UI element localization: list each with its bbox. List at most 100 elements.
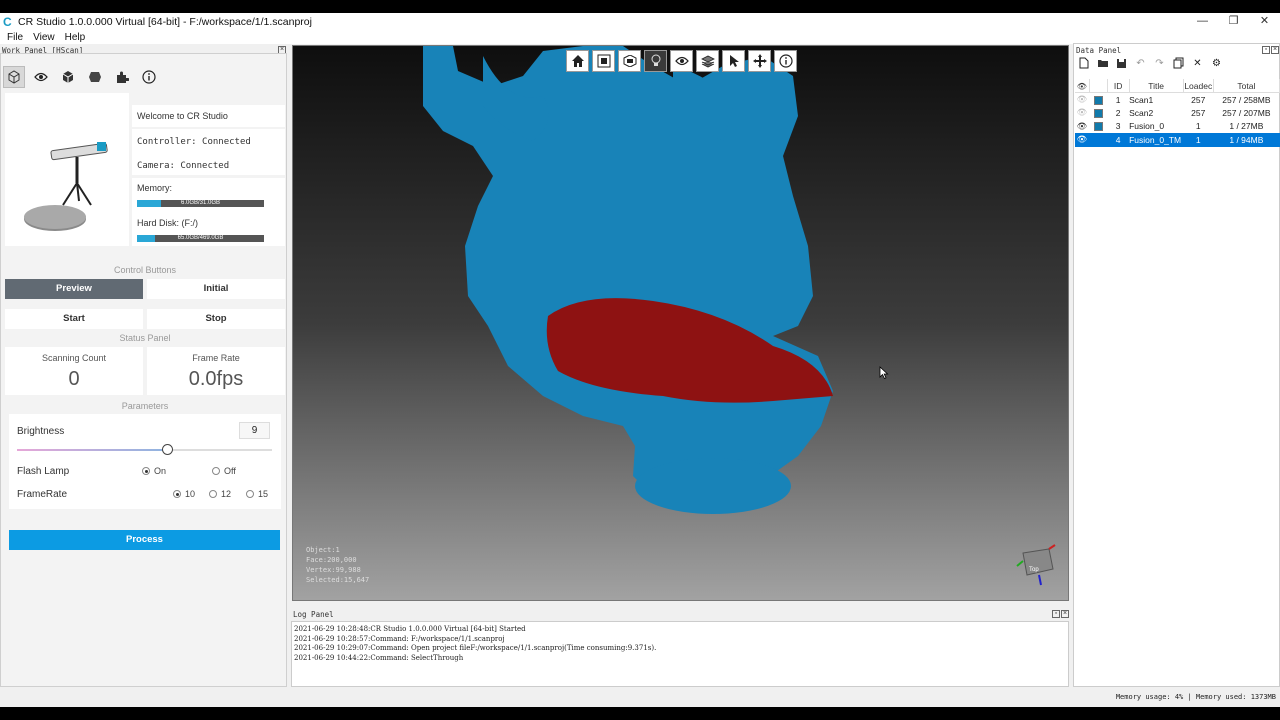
mesh-icon[interactable]: [84, 66, 106, 88]
new-file-icon[interactable]: [1076, 56, 1091, 70]
color-swatch[interactable]: [1089, 106, 1107, 120]
work-panel: Welcome to CR Studio Controller: Connect…: [0, 53, 287, 687]
visibility-toggle-icon[interactable]: 👁: [1075, 93, 1089, 107]
box-icon[interactable]: [57, 66, 79, 88]
memory-label: Memory:: [137, 183, 173, 193]
col-id[interactable]: ID: [1107, 79, 1130, 93]
framerate-15-radio[interactable]: 15: [246, 489, 268, 499]
data-panel-toolbar: ↶ ↷ ✕ ⚙: [1076, 56, 1228, 70]
menu-view[interactable]: View: [33, 32, 55, 43]
info-icon[interactable]: [138, 66, 160, 88]
row-title: Scan2: [1129, 107, 1154, 118]
plugin-icon[interactable]: [111, 66, 133, 88]
select-icon[interactable]: [722, 50, 745, 72]
initial-button[interactable]: Initial: [147, 279, 285, 299]
row-total: 257 / 207MB: [1222, 107, 1271, 118]
stop-button[interactable]: Stop: [147, 309, 285, 329]
framerate-12-radio[interactable]: 12: [209, 489, 231, 499]
scanner-illustration: [5, 93, 129, 246]
info-icon[interactable]: [774, 50, 797, 72]
log-line: 2021-06-29 10:29:07:Command: Open projec…: [294, 644, 657, 652]
visibility-toggle-icon[interactable]: 👁: [1075, 106, 1089, 120]
brightness-slider-handle[interactable]: [162, 444, 174, 455]
axis-top-label: Top: [1029, 567, 1039, 573]
process-button[interactable]: Process: [9, 530, 280, 550]
eye-icon[interactable]: [30, 66, 52, 88]
flash-on-label: On: [154, 466, 167, 476]
move-icon[interactable]: [748, 50, 771, 72]
home-icon[interactable]: [566, 50, 589, 72]
color-swatch[interactable]: [1089, 120, 1107, 134]
color-swatch[interactable]: [1089, 133, 1108, 147]
row-total: 257 / 258MB: [1222, 94, 1271, 105]
col-title[interactable]: Title: [1129, 79, 1184, 93]
minimize-button[interactable]: —: [1187, 13, 1218, 30]
row-total: 1 / 94MB: [1213, 133, 1280, 147]
axis-gizmo-icon[interactable]: Top: [1009, 541, 1059, 591]
vertex-count: Vertex:99,988: [306, 566, 361, 574]
close-button[interactable]: ✕: [1249, 13, 1280, 30]
menu-file[interactable]: File: [7, 32, 23, 43]
menu-help[interactable]: Help: [65, 32, 86, 43]
status-panel-label: Status Panel: [119, 333, 171, 343]
log-panel-close-icon[interactable]: ×: [1061, 610, 1069, 618]
layers-icon[interactable]: [696, 50, 719, 72]
data-panel-float-icon[interactable]: ▫: [1262, 46, 1270, 54]
table-row[interactable]: 👁 3 Fusion_0 1 1 / 27MB: [1075, 120, 1280, 134]
redo-icon[interactable]: ↷: [1152, 56, 1167, 70]
row-loaded: 1: [1195, 121, 1201, 132]
flash-off-radio[interactable]: Off: [212, 466, 236, 476]
undo-icon[interactable]: ↶: [1133, 56, 1148, 70]
memory-usage-status: Memory usage: 4% | Memory used: 1373MB: [1115, 693, 1276, 701]
col-total[interactable]: Total: [1213, 79, 1280, 93]
view-mode-icon[interactable]: [618, 50, 641, 72]
start-button[interactable]: Start: [5, 309, 143, 329]
open-folder-icon[interactable]: [1095, 56, 1110, 70]
table-row[interactable]: 👁 1 Scan1 257 257 / 258MB: [1075, 93, 1280, 107]
log-line: 2021-06-29 10:44:22:Command: SelectThrou…: [294, 653, 464, 662]
visibility-toggle-icon[interactable]: 👁: [1075, 133, 1090, 147]
delete-icon[interactable]: ✕: [1190, 56, 1205, 70]
frame-rate-box: Frame Rate 0.0fps: [147, 347, 285, 395]
mouse-cursor-icon: [879, 366, 889, 380]
table-row[interactable]: 👁 2 Scan2 257 257 / 207MB: [1075, 106, 1280, 120]
fit-view-icon[interactable]: [592, 50, 615, 72]
col-visibility[interactable]: 👁: [1075, 79, 1090, 93]
row-loaded: 257: [1191, 107, 1206, 118]
visibility-icon[interactable]: [670, 50, 693, 72]
light-icon[interactable]: [644, 50, 667, 72]
flash-on-radio[interactable]: On: [142, 466, 166, 476]
brightness-input[interactable]: 9: [239, 422, 270, 439]
title-bar: C CR Studio 1.0.0.000 Virtual [64-bit] -…: [0, 13, 1280, 30]
menu-bar: File View Help: [0, 30, 1280, 44]
frame-rate-label: Frame Rate: [192, 353, 240, 363]
work-panel-toolbar: [3, 64, 285, 90]
copy-icon[interactable]: [1171, 56, 1186, 70]
row-id: 2: [1115, 107, 1121, 118]
restore-button[interactable]: ❐: [1218, 13, 1249, 30]
framerate-10-radio[interactable]: 10: [173, 489, 195, 499]
data-panel-header: Data Panel: [1076, 46, 1122, 55]
scan-mesh[interactable]: [293, 46, 1069, 601]
row-title: Fusion_0_TM: [1129, 133, 1184, 147]
preview-button[interactable]: Preview: [5, 279, 143, 299]
col-loaded[interactable]: Loadec: [1183, 79, 1214, 93]
col-color[interactable]: [1089, 79, 1108, 93]
framerate-15-label: 15: [258, 489, 269, 499]
camera-status: Camera: Connected: [137, 161, 230, 171]
data-panel-close-icon[interactable]: ×: [1271, 46, 1279, 54]
settings-gear-icon[interactable]: ⚙: [1209, 56, 1224, 70]
color-swatch[interactable]: [1089, 93, 1107, 107]
log-panel-float-icon[interactable]: ▫: [1052, 610, 1060, 618]
table-row-selected[interactable]: 👁 4 Fusion_0_TM 1 1 / 94MB: [1075, 133, 1280, 147]
control-buttons-label: Control Buttons: [113, 265, 177, 275]
3d-viewport[interactable]: Object:1 Face:200,000 Vertex:99,988 Sele…: [292, 45, 1069, 601]
visibility-toggle-icon[interactable]: 👁: [1075, 120, 1089, 134]
scan-cube-icon[interactable]: [3, 66, 25, 88]
log-line: 2021-06-29 10:28:57:Command: F:/workspac…: [294, 634, 505, 643]
row-id: 3: [1115, 121, 1121, 132]
save-icon[interactable]: [1114, 56, 1129, 70]
brightness-slider[interactable]: [17, 444, 272, 455]
disk-bar: 65.0GB/469.0GB: [137, 235, 264, 242]
table-header: 👁 ID Title Loadec Total: [1075, 79, 1280, 93]
